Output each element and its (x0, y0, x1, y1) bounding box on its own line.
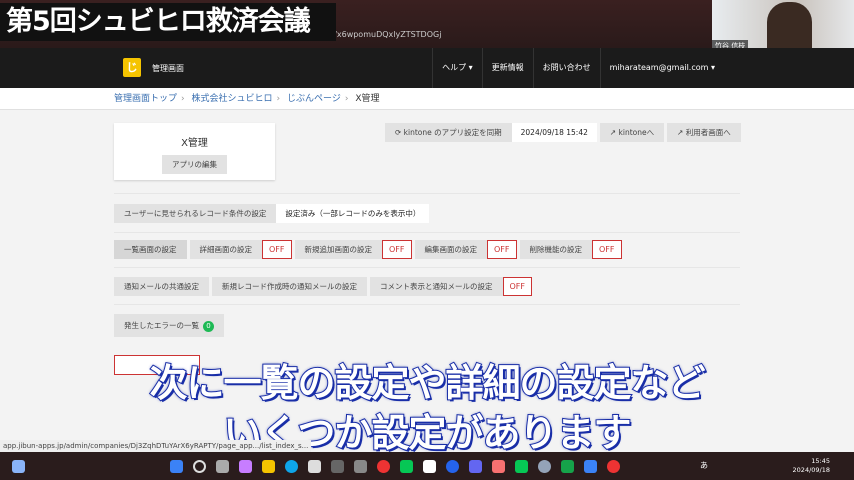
divider (114, 267, 740, 268)
comment-mail-button[interactable]: コメント表示と通知メールの設定 (370, 277, 503, 296)
breadcrumb-current: X管理 (355, 94, 380, 104)
divider (114, 304, 740, 305)
settings-icon[interactable] (538, 459, 551, 473)
line-icon[interactable] (400, 459, 413, 473)
breadcrumb-admin-top[interactable]: 管理画面トップ (114, 94, 177, 104)
excel-icon[interactable] (561, 459, 574, 473)
zoom-icon[interactable] (446, 459, 459, 473)
system-clock[interactable]: 15:45 2024/09/18 (793, 457, 830, 475)
updates-link[interactable]: 更新情報 (481, 48, 533, 88)
off-badge: OFF (502, 277, 532, 296)
line-icon[interactable] (515, 459, 528, 473)
off-badge: OFF (592, 240, 622, 259)
chrome-icon[interactable] (377, 459, 390, 473)
app-icon[interactable] (492, 459, 505, 473)
chrome-icon[interactable] (607, 459, 620, 473)
status-url: app.jibun-apps.jp/admin/companies/Dj3Zqh… (0, 440, 312, 452)
breadcrumb-page[interactable]: じぶんページ (287, 94, 341, 104)
edge-icon[interactable] (285, 459, 298, 473)
off-badge: OFF (487, 240, 517, 259)
notion-icon[interactable] (423, 459, 436, 473)
edit-app-button[interactable]: アプリの編集 (162, 155, 227, 174)
search-icon[interactable] (193, 459, 206, 473)
app-card: X管理 アプリの編集 (114, 123, 275, 180)
breadcrumb-company[interactable]: 株式会社シュビヒロ (192, 94, 273, 104)
windows-start-icon[interactable] (170, 459, 183, 473)
external-link-icon: ↗ (677, 128, 686, 137)
store-icon[interactable] (308, 459, 321, 473)
weather-icon[interactable] (12, 459, 25, 473)
record-condition-status: 設定済み（一部レコードのみを表示中） (276, 204, 430, 223)
user-screen-button[interactable]: ↗ 利用者画面へ (667, 123, 741, 142)
error-list-button[interactable]: 発生したエラーの一覧 0 (114, 314, 224, 337)
breadcrumb: 管理画面トップ › 株式会社シュビヒロ › じぶんページ › X管理 (0, 88, 854, 110)
new-record-mail-button[interactable]: 新規レコード作成時の通知メールの設定 (212, 277, 367, 296)
sync-timestamp: 2024/09/18 15:42 (511, 123, 597, 142)
off-badge: OFF (382, 240, 412, 259)
app-logo[interactable]: じ (123, 58, 141, 77)
mail-common-settings-button[interactable]: 通知メールの共通設定 (114, 277, 209, 296)
app-title: X管理 (181, 138, 208, 149)
address-bar[interactable]: s/x6wpomuDQxlyZTSTDOGj (330, 30, 441, 39)
record-condition-button[interactable]: ユーザーに見せられるレコード条件の設定 (114, 204, 277, 223)
new-screen-settings-button[interactable]: 新規追加画面の設定 (294, 240, 382, 259)
video-title-overlay: 第5回シュビヒロ救済会議 (0, 3, 336, 41)
edit-screen-settings-button[interactable]: 編集画面の設定 (414, 240, 487, 259)
error-count-badge: 0 (203, 321, 214, 332)
webcam-feed: 竹谷 信枝 (712, 0, 854, 52)
kintone-link-button[interactable]: ↗ kintoneへ (599, 123, 665, 142)
subtitle-line-1: 次に一覧の設定や詳細の設定など (148, 360, 706, 406)
taskbar: あ 15:45 2024/09/18 (0, 452, 854, 480)
delete-settings-button[interactable]: 削除機能の設定 (519, 240, 592, 259)
apple-icon[interactable] (354, 459, 367, 473)
brand-label[interactable]: 管理画面 (152, 63, 184, 74)
photos-icon[interactable] (584, 459, 597, 473)
detail-screen-settings-button[interactable]: 詳細画面の設定 (189, 240, 262, 259)
task-view-icon[interactable] (216, 459, 229, 473)
ime-indicator[interactable]: あ (700, 460, 708, 471)
off-badge: OFF (262, 240, 292, 259)
help-menu[interactable]: ヘルプ ▾ (432, 48, 482, 88)
list-screen-settings-button[interactable]: 一覧画面の設定 (114, 240, 187, 259)
external-link-icon: ↗ (609, 128, 619, 137)
divider (114, 193, 740, 194)
sync-kintone-button[interactable]: ⟳ kintone のアプリ設定を同期 (385, 123, 512, 142)
teams-icon[interactable] (469, 459, 482, 473)
contact-link[interactable]: お問い合わせ (532, 48, 600, 88)
copilot-icon[interactable] (239, 459, 252, 473)
top-navbar: じ 管理画面 ヘルプ ▾ 更新情報 お問い合わせ miharateam@gmai… (0, 48, 854, 88)
divider (114, 232, 740, 233)
app-icon[interactable] (331, 459, 344, 473)
account-menu[interactable]: miharateam@gmail.com ▾ (599, 48, 724, 88)
file-explorer-icon[interactable] (262, 459, 275, 473)
participant-image (767, 2, 812, 52)
